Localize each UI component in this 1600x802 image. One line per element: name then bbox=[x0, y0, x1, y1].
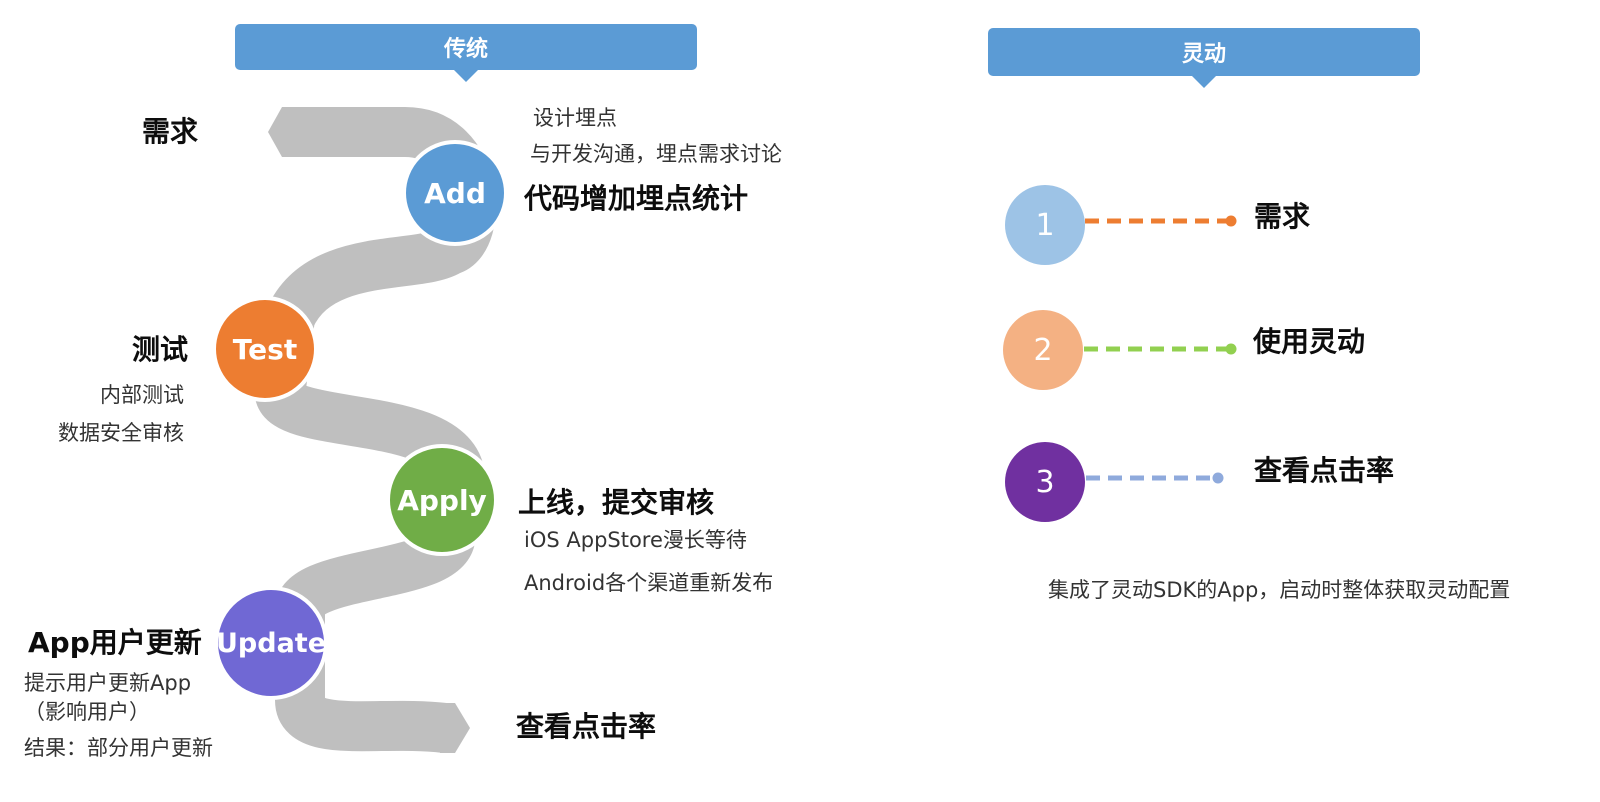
connector-3-end bbox=[1212, 472, 1224, 484]
connector-1-end bbox=[1225, 215, 1237, 227]
diagram-canvas: 传统 需求 设计埋点 与开发沟通，埋点需求讨论 Add 代码增加埋点统计 测试 … bbox=[0, 0, 1600, 802]
step-2-number: 2 bbox=[1033, 332, 1053, 368]
step-3-circle: 3 bbox=[1005, 442, 1085, 522]
agile-connectors bbox=[1084, 215, 1237, 484]
step-2-circle: 2 bbox=[1003, 310, 1083, 390]
step-1-number: 1 bbox=[1035, 207, 1055, 243]
step-3-label: 查看点击率 bbox=[1254, 454, 1395, 487]
step-2-label: 使用灵动 bbox=[1253, 325, 1366, 358]
agile-footnote: 集成了灵动SDK的App，启动时整体获取灵动配置 bbox=[1048, 578, 1511, 602]
connector-2-end bbox=[1225, 343, 1237, 355]
step-1-circle: 1 bbox=[1005, 185, 1085, 265]
step-3-number: 3 bbox=[1035, 464, 1055, 500]
step-1-label: 需求 bbox=[1254, 200, 1311, 233]
